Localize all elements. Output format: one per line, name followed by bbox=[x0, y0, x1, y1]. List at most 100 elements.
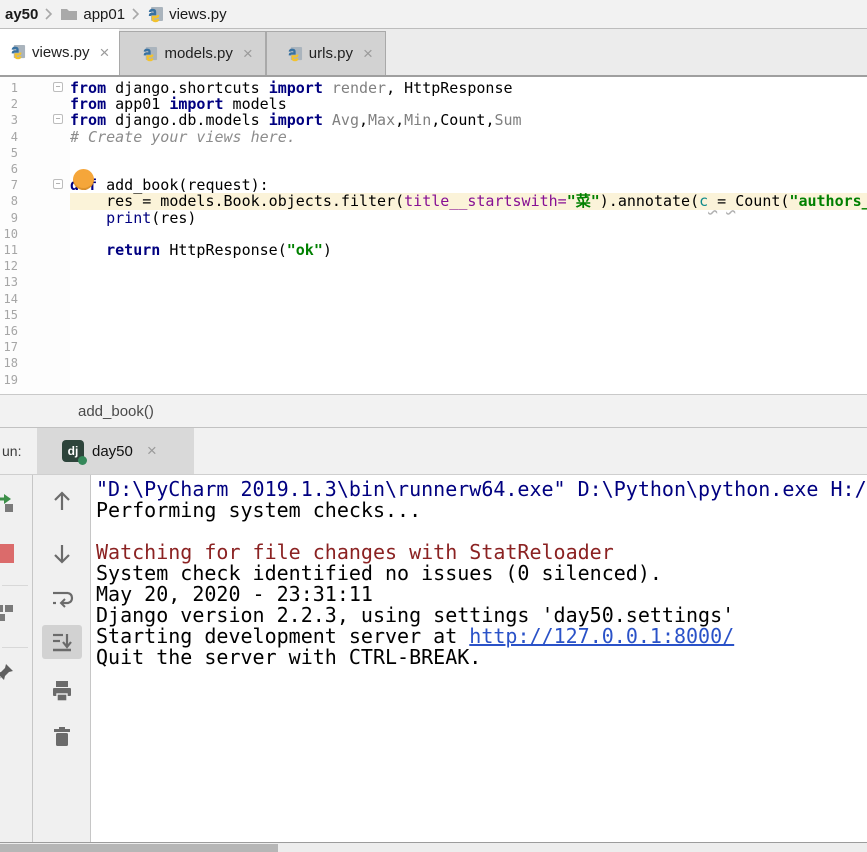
run-tab-day50[interactable]: dj day50 × bbox=[37, 428, 194, 474]
breadcrumb-label: app01 bbox=[83, 6, 125, 23]
code-line: from app01 import models bbox=[70, 96, 867, 112]
console-text: Performing system checks... bbox=[96, 498, 421, 522]
close-icon[interactable]: × bbox=[243, 45, 253, 62]
breadcrumb-item-day50[interactable]: ay50 bbox=[2, 6, 41, 23]
line-number: 13 bbox=[0, 274, 18, 290]
print-icon[interactable] bbox=[50, 679, 74, 703]
line-number: 3 bbox=[0, 112, 18, 128]
line-number: 6 bbox=[0, 161, 18, 177]
tab-views-py[interactable]: views.py × bbox=[0, 29, 119, 75]
close-icon[interactable]: × bbox=[147, 441, 157, 461]
code-line bbox=[70, 258, 867, 274]
code-editor: 12345678910111213141516171819−−− from dj… bbox=[0, 77, 867, 395]
breadcrumb-item-app01[interactable]: app01 bbox=[57, 6, 128, 23]
line-number: 16 bbox=[0, 323, 18, 339]
code-line bbox=[70, 226, 867, 242]
line-number: 14 bbox=[0, 291, 18, 307]
pin-icon[interactable] bbox=[0, 661, 16, 685]
console-line: "D:\PyCharm 2019.1.3\bin\runnerw64.exe" … bbox=[96, 479, 867, 500]
run-toolbar-left bbox=[0, 475, 33, 843]
server-url-link[interactable]: http://127.0.0.1:8000/ bbox=[469, 624, 734, 648]
code-line bbox=[70, 161, 867, 177]
up-arrow-icon[interactable] bbox=[50, 489, 74, 513]
code-line: # Create your views here. bbox=[70, 129, 867, 145]
code-line bbox=[70, 339, 867, 355]
clear-trash-icon[interactable] bbox=[50, 725, 74, 749]
fold-marker-icon[interactable]: − bbox=[53, 179, 63, 189]
tab-label: views.py bbox=[32, 44, 90, 61]
tab-urls-py[interactable]: urls.py × bbox=[266, 31, 386, 75]
console-line: Performing system checks... bbox=[96, 500, 867, 521]
chevron-right-icon bbox=[45, 8, 53, 20]
console-line: Quit the server with CTRL-BREAK. bbox=[96, 647, 867, 668]
line-number: 5 bbox=[0, 145, 18, 161]
code-line bbox=[70, 307, 867, 323]
console-line: Starting development server at http://12… bbox=[96, 626, 867, 647]
code-line: def add_book(request): bbox=[70, 177, 867, 193]
run-console-output[interactable]: "D:\PyCharm 2019.1.3\bin\runnerw64.exe" … bbox=[91, 475, 867, 843]
horizontal-scrollbar bbox=[0, 842, 867, 852]
tab-label: urls.py bbox=[309, 45, 353, 62]
pycharm-window: ay50 app01 views.py bbox=[0, 0, 867, 852]
toolbar-separator bbox=[2, 585, 28, 586]
breadcrumb-label: ay50 bbox=[5, 6, 38, 23]
code-line: return HttpResponse("ok") bbox=[70, 242, 867, 258]
function-breadcrumb[interactable]: add_book() bbox=[78, 403, 154, 420]
code-line: from django.shortcuts import render, Htt… bbox=[70, 80, 867, 96]
editor-content[interactable]: from django.shortcuts import render, Htt… bbox=[70, 77, 867, 394]
code-line bbox=[70, 323, 867, 339]
line-number: 12 bbox=[0, 258, 18, 274]
code-line bbox=[70, 355, 867, 371]
intention-bulb-icon[interactable] bbox=[73, 169, 94, 190]
code-line bbox=[70, 145, 867, 161]
scroll-to-end-icon[interactable] bbox=[50, 630, 74, 654]
django-icon-text: dj bbox=[68, 444, 79, 458]
function-breadcrumb-bar: add_book() bbox=[0, 395, 867, 428]
run-console-toolbar bbox=[33, 475, 91, 843]
line-number: 11 bbox=[0, 242, 18, 258]
chevron-right-icon bbox=[132, 8, 140, 20]
scrollbar-thumb[interactable] bbox=[0, 844, 278, 852]
toolbar-separator bbox=[2, 647, 28, 648]
console-line: Django version 2.2.3, using settings 'da… bbox=[96, 605, 867, 626]
run-toolwindow-label: un: bbox=[2, 443, 21, 459]
code-line bbox=[70, 290, 867, 306]
fold-marker-icon[interactable]: − bbox=[53, 82, 63, 92]
line-number: 17 bbox=[0, 339, 18, 355]
code-line: print(res) bbox=[70, 210, 867, 226]
breadcrumb: ay50 app01 views.py bbox=[0, 0, 867, 29]
line-number: 2 bbox=[0, 96, 18, 112]
console-text: Quit the server with CTRL-BREAK. bbox=[96, 645, 481, 669]
line-number: 1 bbox=[0, 80, 18, 96]
django-icon: dj bbox=[62, 440, 84, 462]
restore-layout-icon[interactable] bbox=[0, 601, 16, 625]
editor-tab-bar: views.py × models.py × url bbox=[0, 29, 867, 77]
line-number: 18 bbox=[0, 355, 18, 371]
tab-label: models.py bbox=[164, 45, 232, 62]
line-number: 7 bbox=[0, 177, 18, 193]
code-line bbox=[70, 371, 867, 387]
close-icon[interactable]: × bbox=[100, 44, 110, 61]
breadcrumb-item-viewspy[interactable]: views.py bbox=[144, 6, 230, 23]
running-status-dot bbox=[78, 456, 87, 465]
stop-icon[interactable] bbox=[0, 541, 16, 565]
editor-gutter: 12345678910111213141516171819−−− bbox=[0, 77, 70, 394]
console-line: Watching for file changes with StatReloa… bbox=[96, 542, 867, 563]
python-file-icon bbox=[10, 44, 26, 60]
line-number: 10 bbox=[0, 226, 18, 242]
soft-wrap-icon[interactable] bbox=[50, 587, 74, 611]
rerun-icon[interactable] bbox=[0, 490, 16, 514]
run-toolwindow-body: "D:\PyCharm 2019.1.3\bin\runnerw64.exe" … bbox=[0, 474, 867, 843]
console-line: May 20, 2020 - 23:31:11 bbox=[96, 584, 867, 605]
run-tab-label: day50 bbox=[92, 443, 133, 460]
run-toolwindow-header: un: dj day50 × bbox=[0, 428, 867, 474]
code-line bbox=[70, 274, 867, 290]
code-line: from django.db.models import Avg,Max,Min… bbox=[70, 112, 867, 128]
close-icon[interactable]: × bbox=[363, 45, 373, 62]
tab-models-py[interactable]: models.py × bbox=[119, 31, 265, 75]
python-file-icon bbox=[142, 46, 158, 62]
fold-marker-icon[interactable]: − bbox=[53, 114, 63, 124]
folder-icon bbox=[60, 7, 78, 21]
down-arrow-icon[interactable] bbox=[50, 542, 74, 566]
line-number: 15 bbox=[0, 307, 18, 323]
